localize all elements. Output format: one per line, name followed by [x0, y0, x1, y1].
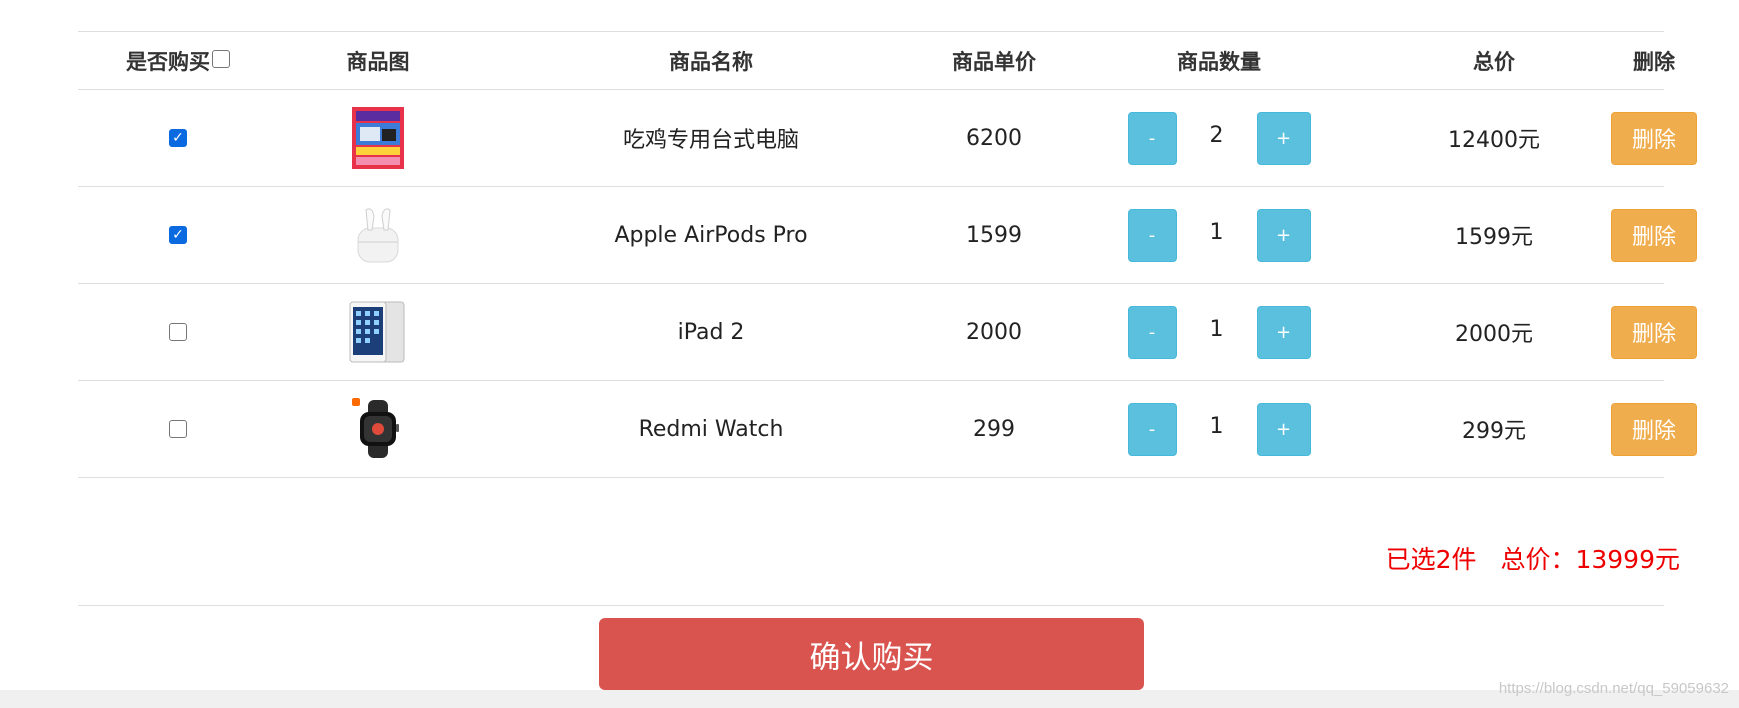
buy-checkbox[interactable]: ✓: [169, 226, 187, 244]
table-row: ✓ Apple AirPods Pro 1599 - 1 + 1599元 删除: [78, 187, 1697, 284]
decrease-button[interactable]: -: [1127, 305, 1177, 359]
header-name: 商品名称: [669, 49, 753, 74]
unit-price: 6200: [966, 125, 1022, 151]
delete-button[interactable]: 删除: [1611, 305, 1697, 359]
buy-checkbox[interactable]: ✓: [169, 129, 187, 147]
buy-checkbox[interactable]: [169, 420, 187, 438]
delete-button[interactable]: 删除: [1611, 208, 1697, 262]
select-all-checkbox[interactable]: [212, 49, 230, 68]
product-name: Redmi Watch: [638, 416, 784, 442]
header-total: 总价: [1473, 49, 1515, 74]
cart-table: 是否购买 商品图 商品名称 商品单价 商品数量 总价 删除 ✓ 吃鸡专用台式电脑…: [78, 31, 1697, 606]
increase-button[interactable]: +: [1256, 111, 1311, 165]
quantity-value: 1: [1209, 413, 1224, 439]
delete-button[interactable]: 删除: [1611, 402, 1697, 456]
row-total: 12400元: [1448, 128, 1540, 153]
table-row: Redmi Watch 299 - 1 + 299元 删除: [78, 381, 1697, 478]
delete-button[interactable]: 删除: [1611, 111, 1697, 165]
header-quantity: 商品数量: [1177, 49, 1261, 74]
airpods-pro-image: [357, 208, 399, 263]
header-delete: 删除: [1633, 49, 1675, 74]
product-name: iPad 2: [677, 319, 745, 345]
table-row: ✓ 吃鸡专用台式电脑 6200 - 2 + 12400元 删除: [78, 90, 1697, 187]
increase-button[interactable]: +: [1256, 305, 1311, 359]
decrease-button[interactable]: -: [1127, 402, 1177, 456]
row-total: 1599元: [1455, 225, 1533, 250]
quantity-stepper: - 1 +: [1127, 208, 1311, 262]
table-header: 是否购买 商品图 商品名称 商品单价 商品数量 总价 删除: [78, 32, 1675, 90]
quantity-stepper: - 2 +: [1127, 111, 1311, 165]
cart-summary: 已选2件 总价：13999元: [1386, 540, 1680, 576]
unit-price: 299: [973, 416, 1015, 442]
quantity-stepper: - 1 +: [1127, 305, 1311, 359]
header-image: 商品图: [346, 49, 410, 74]
row-total: 299元: [1462, 419, 1526, 444]
row-total: 2000元: [1455, 322, 1533, 347]
product-name: Apple AirPods Pro: [614, 222, 808, 248]
ipad-image: [349, 301, 405, 363]
table-row: iPad 2 2000 - 1 + 2000元 删除: [78, 284, 1697, 381]
quantity-stepper: - 1 +: [1127, 402, 1311, 456]
header-buy-label: 是否购买: [126, 49, 210, 74]
buy-checkbox[interactable]: [169, 323, 187, 341]
gaming-pc-poster-image: [352, 107, 404, 169]
unit-price: 2000: [966, 319, 1022, 345]
product-name: 吃鸡专用台式电脑: [622, 128, 799, 153]
increase-button[interactable]: +: [1256, 208, 1311, 262]
decrease-button[interactable]: -: [1127, 208, 1177, 262]
unit-price: 1599: [966, 222, 1022, 248]
decrease-button[interactable]: -: [1127, 111, 1177, 165]
redmi-watch-image: [352, 398, 399, 458]
selected-count: 已选2件: [1385, 545, 1477, 574]
quantity-value: 1: [1209, 219, 1224, 245]
footer-bar: [0, 690, 1739, 708]
increase-button[interactable]: +: [1256, 402, 1311, 456]
quantity-value: 2: [1209, 122, 1224, 148]
header-price: 商品单价: [952, 49, 1036, 74]
confirm-purchase-button[interactable]: 确认购买: [599, 618, 1144, 690]
header-buy: 是否购买: [78, 32, 278, 89]
quantity-value: 1: [1209, 316, 1224, 342]
grand-total: 总价：13999元: [1500, 545, 1680, 574]
watermark: https://blog.csdn.net/qq_59059632: [1498, 680, 1729, 697]
